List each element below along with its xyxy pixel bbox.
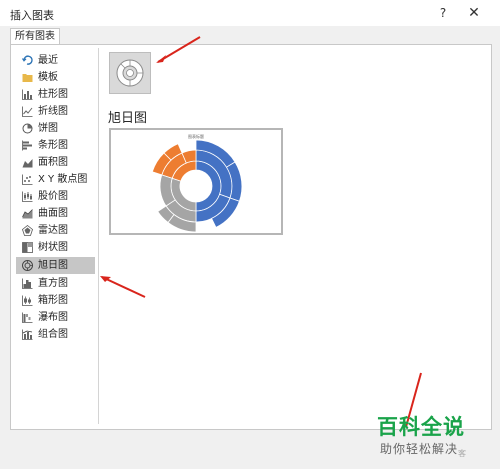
sidebar-item-treemap[interactable]: 树状图 [16,239,95,256]
help-button[interactable]: ? [434,4,452,22]
histogram-chart-icon [22,278,33,289]
sidebar-item-recent[interactable]: 最近 [16,52,95,69]
sidebar-item-line[interactable]: 折线图 [16,103,95,120]
template-folder-icon [22,74,33,82]
dialog-titlebar: 插入图表 ? ✕ [0,0,500,26]
dialog-title: 插入图表 [10,9,54,22]
sidebar-item-templates[interactable]: 模板 [16,69,95,86]
sidebar-item-stock[interactable]: 股价图 [16,188,95,205]
watermark-slogan: 助你轻松解决 [380,442,459,456]
sidebar-item-label: 条形图 [38,140,68,151]
watermark-extra-text: 客 [458,449,466,458]
surface-chart-icon [22,209,33,219]
sidebar-item-label: 旭日图 [38,260,68,271]
chart-preview-card[interactable]: 图表标题 [109,128,283,235]
sidebar-item-scatter[interactable]: X Y 散点图 [16,171,95,188]
radar-chart-icon [22,225,33,236]
sidebar-item-label: 股价图 [38,191,68,202]
sidebar-item-label: 箱形图 [38,295,68,306]
sidebar-item-label: 最近 [38,55,58,66]
sidebar-item-label: 树状图 [38,242,68,253]
sidebar-item-label: 雷达图 [38,225,68,236]
chart-type-heading: 旭日图 [108,111,148,126]
pie-chart-icon [22,123,33,134]
sidebar-item-histogram[interactable]: 直方图 [16,275,95,292]
combo-chart-icon [22,329,33,340]
recent-icon [22,55,33,65]
watermark-logo-text: 百科全说 [377,415,465,439]
sidebar-item-pie[interactable]: 饼图 [16,120,95,137]
sidebar-item-label: 折线图 [38,106,68,117]
waterfall-chart-icon [22,312,33,323]
sidebar-item-label: 面积图 [38,157,68,168]
sidebar-item-label: 饼图 [38,123,58,134]
sidebar-item-sunburst[interactable]: 旭日图 [16,257,95,274]
area-chart-icon [22,159,33,168]
sidebar-item-label: 瀑布图 [38,312,68,323]
panel-divider [98,48,99,424]
sidebar-item-area[interactable]: 面积图 [16,154,95,171]
sunburst-chart-icon [22,260,33,271]
stock-chart-icon [22,191,33,202]
line-chart-icon [22,106,33,117]
sidebar-item-box-whisker[interactable]: 箱形图 [16,292,95,309]
sidebar-item-column[interactable]: 柱形图 [16,86,95,103]
sidebar-item-bar[interactable]: 条形图 [16,137,95,154]
sidebar-item-label: X Y 散点图 [38,174,88,185]
sidebar-item-label: 曲面图 [38,208,68,219]
chart-subtype-sunburst-thumbnail[interactable] [109,52,151,94]
sidebar-item-label: 直方图 [38,278,68,289]
sidebar-item-waterfall[interactable]: 瀑布图 [16,309,95,326]
sidebar-item-radar[interactable]: 雷达图 [16,222,95,239]
sidebar-item-label: 组合图 [38,329,68,340]
column-chart-icon [22,89,33,100]
box-whisker-chart-icon [22,295,33,306]
scatter-chart-icon [22,174,33,185]
sidebar-item-label: 柱形图 [38,89,68,100]
bar-chart-icon [22,140,32,151]
sidebar-item-combo[interactable]: 组合图 [16,326,95,343]
sidebar-item-surface[interactable]: 曲面图 [16,205,95,222]
sunburst-preview-graphic [151,139,243,233]
treemap-chart-icon [22,242,33,253]
sunburst-thumbnail-icon [116,59,144,87]
sidebar-item-label: 模板 [38,72,58,83]
close-button[interactable]: ✕ [465,4,483,22]
